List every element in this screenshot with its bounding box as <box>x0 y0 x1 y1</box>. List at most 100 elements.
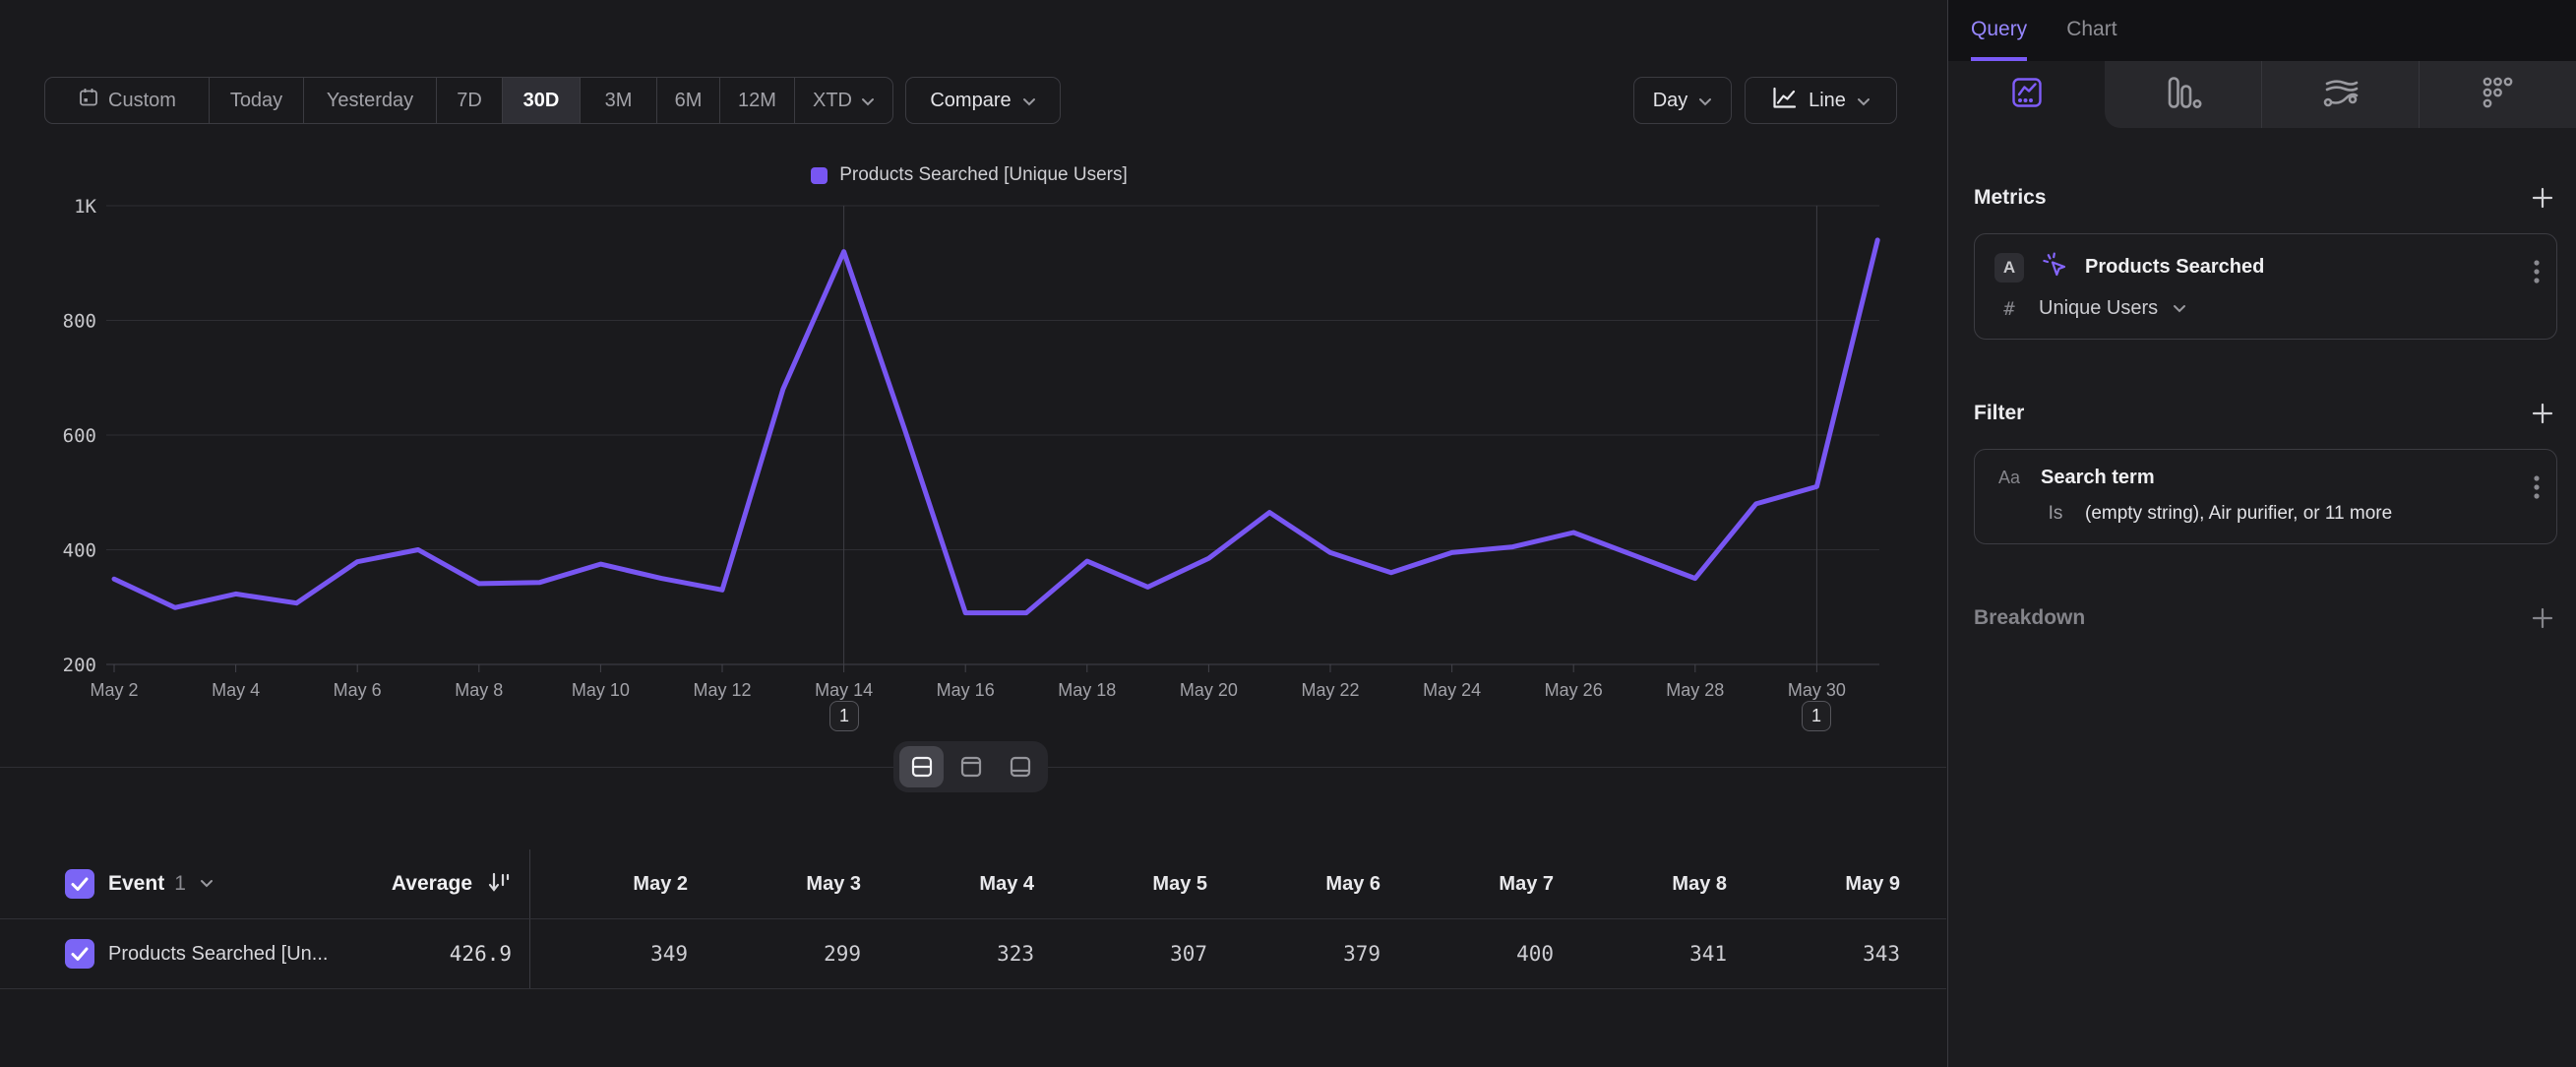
date-range-12m[interactable]: 12M <box>719 78 794 123</box>
chevron-down-icon <box>1857 90 1871 112</box>
event-cursor-icon <box>2041 251 2068 283</box>
sort-descending-icon[interactable] <box>486 869 512 900</box>
svg-text:May 6: May 6 <box>334 680 382 700</box>
date-column-header: May 2 <box>530 849 704 918</box>
svg-text:May 16: May 16 <box>937 680 995 700</box>
breakdown-section-title: Breakdown <box>1974 606 2085 630</box>
cell-value: 343 <box>1743 919 1916 988</box>
filter-operator[interactable]: Is <box>2041 503 2070 525</box>
aggregation-symbol: # <box>1994 298 2024 320</box>
svg-text:1K: 1K <box>74 197 96 218</box>
svg-text:May 18: May 18 <box>1058 680 1116 700</box>
date-range-custom-label: Custom <box>108 90 176 112</box>
chevron-down-icon <box>1022 90 1036 112</box>
table-row[interactable]: Products Searched [Un... 426.9 349 299 3… <box>0 919 1946 989</box>
add-breakdown-button[interactable] <box>2528 603 2557 633</box>
legend-color-swatch <box>811 167 828 184</box>
add-metric-button[interactable] <box>2528 183 2557 213</box>
svg-text:May 10: May 10 <box>572 680 630 700</box>
svg-text:May 20: May 20 <box>1180 680 1238 700</box>
query-panel: Query Chart <box>1947 0 2576 1067</box>
split-view-toggle[interactable] <box>899 746 944 787</box>
granularity-dropdown[interactable]: Day <box>1633 77 1732 124</box>
filter-kebab-menu[interactable] <box>2533 473 2541 510</box>
annotation-badge-may30[interactable]: 1 <box>1802 701 1831 731</box>
svg-text:May 24: May 24 <box>1423 680 1481 700</box>
date-range-7d[interactable]: 7D <box>436 78 502 123</box>
table-header-row: Event 1 Average May 2 May 3 May 4 May 5 … <box>0 849 1946 919</box>
calendar-icon <box>78 87 99 114</box>
filter-value[interactable]: (empty string), Air purifier, or 11 more <box>2085 503 2392 525</box>
date-range-6m[interactable]: 6M <box>656 78 719 123</box>
report-main-area: Custom Today Yesterday 7D 30D 3M 6M 12M … <box>0 0 1947 1067</box>
filter-section-title: Filter <box>1974 402 2024 425</box>
cell-value: 400 <box>1396 919 1569 988</box>
svg-text:May 30: May 30 <box>1788 680 1846 700</box>
chevron-down-icon[interactable] <box>200 875 214 893</box>
row-checkbox[interactable] <box>65 939 94 969</box>
insights-chart-icon <box>2011 76 2043 114</box>
tab-flows[interactable] <box>2261 61 2419 128</box>
select-all-checkbox[interactable] <box>65 869 94 899</box>
date-column-header: May 9 <box>1743 849 1916 918</box>
table-only-view-toggle[interactable] <box>998 746 1042 787</box>
metric-card[interactable]: A Products Searched # Unique Users <box>1974 233 2557 340</box>
date-range-3m[interactable]: 3M <box>580 78 656 123</box>
event-column-label: Event <box>108 872 164 896</box>
svg-text:May 22: May 22 <box>1301 680 1359 700</box>
line-chart-icon <box>1771 86 1798 116</box>
svg-text:May 2: May 2 <box>90 680 138 700</box>
svg-text:May 26: May 26 <box>1545 680 1603 700</box>
tab-funnels[interactable] <box>2105 61 2261 128</box>
date-column-header: May 5 <box>1050 849 1223 918</box>
filter-card[interactable]: Aa Search term Is (empty string), Air pu… <box>1974 449 2557 544</box>
compare-button[interactable]: Compare <box>905 77 1061 124</box>
date-range-today[interactable]: Today <box>209 78 303 123</box>
chart-type-dropdown[interactable]: Line <box>1745 77 1897 124</box>
results-table: Event 1 Average May 2 May 3 May 4 May 5 … <box>0 849 1946 989</box>
cell-value: 349 <box>530 919 704 988</box>
chart-only-view-toggle[interactable] <box>949 746 993 787</box>
table-header-left: Event 1 Average <box>0 849 530 918</box>
svg-text:600: 600 <box>63 425 96 447</box>
date-column-header: May 4 <box>877 849 1050 918</box>
date-column-header: May 6 <box>1223 849 1396 918</box>
add-filter-button[interactable] <box>2528 399 2557 428</box>
date-column-header: May 8 <box>1569 849 1743 918</box>
chart-legend: Products Searched [Unique Users] <box>59 164 1879 186</box>
query-builder: Metrics A Products Searched # <box>1948 128 2576 633</box>
average-column-label[interactable]: Average <box>392 872 472 896</box>
date-range-custom[interactable]: Custom <box>45 78 209 123</box>
cell-value: 379 <box>1223 919 1396 988</box>
chevron-down-icon[interactable] <box>2173 300 2186 318</box>
date-column-header: May 7 <box>1396 849 1569 918</box>
metric-event-name[interactable]: Products Searched <box>2085 256 2264 279</box>
date-range-xtd[interactable]: XTD <box>794 78 892 123</box>
tab-insights-active[interactable] <box>1948 61 2105 128</box>
tab-query[interactable]: Query <box>1971 0 2027 61</box>
annotation-badge-may14[interactable]: 1 <box>829 701 859 731</box>
line-chart[interactable]: 1K800600400200May 2May 4May 6May 8May 10… <box>59 197 1929 733</box>
date-column-header: May 3 <box>704 849 877 918</box>
event-count: 1 <box>174 872 186 896</box>
report-type-tabs <box>1948 61 2576 128</box>
filter-property-name[interactable]: Search term <box>2041 467 2155 489</box>
metric-kebab-menu[interactable] <box>2533 258 2541 294</box>
string-property-icon: Aa <box>1994 468 2024 488</box>
average-value: 426.9 <box>450 942 512 966</box>
chevron-down-icon <box>861 90 875 112</box>
svg-text:800: 800 <box>63 311 96 333</box>
cell-value: 341 <box>1569 919 1743 988</box>
date-range-30d-active[interactable]: 30D <box>502 78 580 123</box>
layout-toggle-group <box>893 741 1048 792</box>
cell-value: 323 <box>877 919 1050 988</box>
svg-text:May 8: May 8 <box>455 680 503 700</box>
svg-text:May 28: May 28 <box>1666 680 1724 700</box>
svg-text:400: 400 <box>63 540 96 562</box>
series-name: Products Searched [Un... <box>108 943 328 966</box>
tab-retention[interactable] <box>2419 61 2576 128</box>
date-range-yesterday[interactable]: Yesterday <box>303 78 436 123</box>
aggregation-selector[interactable]: Unique Users <box>2039 297 2158 320</box>
table-row-left: Products Searched [Un... 426.9 <box>0 919 530 988</box>
tab-chart[interactable]: Chart <box>2066 0 2116 61</box>
